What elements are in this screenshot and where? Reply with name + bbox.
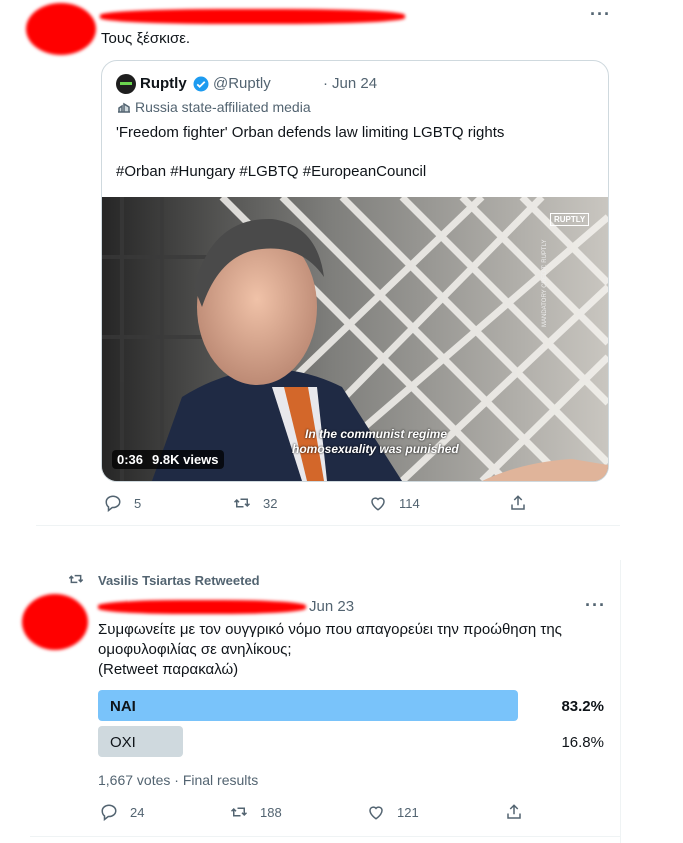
share-icon: [511, 495, 525, 510]
share-action-2[interactable]: [505, 803, 523, 821]
retweet-count: 32: [263, 495, 278, 511]
poll-footer: 1,667 votes · Final results: [98, 772, 259, 788]
poll-option-percent-no: 16.8%: [561, 734, 604, 751]
poll-option-label-yes: ΝΑΙ: [110, 698, 136, 715]
retweet-icon: [233, 498, 251, 508]
like-action-2[interactable]: 121: [367, 803, 419, 821]
video-duration-badge: 0:36 9.8K views: [112, 450, 224, 469]
quoted-tweet-text: 'Freedom fighter' Orban defends law limi…: [116, 124, 505, 141]
quoted-author-handle[interactable]: @Ruptly: [213, 75, 271, 92]
poll-option-label-no: ΟΧΙ: [110, 734, 136, 751]
retweet-action[interactable]: 32: [233, 494, 277, 512]
reply-icon: [105, 495, 121, 512]
video-views: 9.8K views: [152, 452, 219, 467]
video-subtitle-1: In the communist regime: [305, 427, 448, 441]
ruptly-avatar[interactable]: [116, 74, 136, 94]
ruptly-watermark: RUPTLY: [550, 213, 590, 226]
heart-icon: [369, 806, 383, 820]
share-icon: [507, 804, 521, 819]
reply-action[interactable]: 5: [104, 494, 141, 512]
video-player[interactable]: RUPTLY MANDATORY CREDIT: RUPTLY In the c…: [102, 197, 608, 481]
video-duration: 0:36: [117, 452, 144, 467]
tweet-text: Τους ξέσκισε.: [101, 30, 191, 47]
redacted-avatar-2: [22, 594, 88, 650]
more-options-icon[interactable]: ···: [590, 4, 611, 25]
like-count-2: 121: [397, 804, 419, 820]
tweet2-date[interactable]: Jun 23: [309, 598, 354, 615]
quoted-hashtags[interactable]: #Orban #Hungary #LGBTQ #EuropeanCouncil: [116, 163, 426, 180]
reply-count-2: 24: [130, 804, 145, 820]
redacted-avatar: [26, 3, 96, 55]
heart-icon: [371, 497, 385, 511]
more-options-icon-2[interactable]: ···: [585, 595, 606, 616]
tweet-divider: [36, 525, 620, 526]
redacted-username: [100, 9, 405, 24]
quoted-tweet-card[interactable]: Ruptly @Ruptly · Jun 24 Russia state-aff…: [101, 60, 609, 482]
reply-action-2[interactable]: 24: [100, 803, 144, 821]
video-subtitle-2: homosexuality was punished: [292, 442, 459, 456]
poll-option-percent-yes: 83.2%: [561, 698, 604, 715]
retweet-indicator-icon: [68, 574, 84, 584]
state-media-icon: [118, 102, 130, 113]
retweet-action-2[interactable]: 188: [230, 803, 282, 821]
like-count: 114: [399, 495, 420, 511]
retweet-count-2: 188: [260, 804, 282, 820]
mandatory-credit-text: MANDATORY CREDIT: RUPTLY: [542, 239, 548, 327]
reply-icon: [101, 804, 117, 821]
like-action[interactable]: 114: [369, 494, 420, 512]
right-border: [620, 560, 621, 843]
bottom-divider: [30, 836, 620, 837]
tweet2-text-line3: (Retweet παρακαλώ): [98, 661, 239, 678]
verified-badge-icon: [193, 76, 209, 92]
retweet-icon: [230, 807, 248, 817]
quoted-date[interactable]: Jun 24: [332, 75, 377, 92]
redacted-username-2: [98, 600, 306, 614]
tweet2-text-line2: ομοφυλοφιλίας σε ανηλίκους;: [98, 641, 292, 658]
separator-dot: ·: [323, 75, 328, 92]
tweet2-text-line1: Συμφωνείτε με τον ουγγρικό νόμο που απαγ…: [98, 621, 562, 638]
state-affiliated-label[interactable]: Russia state-affiliated media: [135, 99, 311, 115]
poll-option-bar-yes: [98, 690, 518, 721]
share-action[interactable]: [509, 494, 527, 512]
quoted-author-name[interactable]: Ruptly: [140, 75, 187, 92]
reply-count: 5: [134, 495, 142, 511]
retweeted-by-label[interactable]: Vasilis Tsiartas Retweeted: [98, 573, 260, 588]
